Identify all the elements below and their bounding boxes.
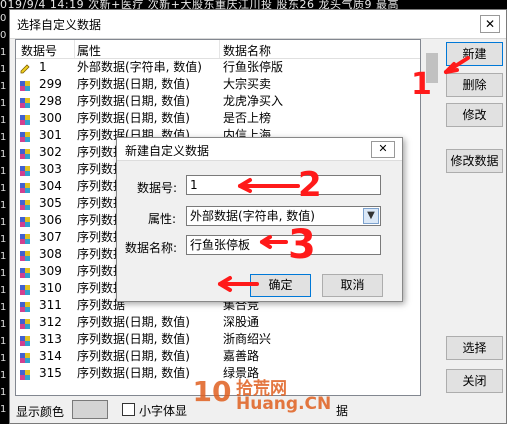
series-icon [20, 79, 30, 91]
scrollbar-thumb[interactable] [426, 53, 438, 83]
display-color-swatch[interactable] [72, 400, 108, 419]
series-icon [20, 334, 30, 346]
series-icon [20, 181, 30, 193]
list-cell-name: 行鱼张停版 [223, 60, 284, 74]
series-icon [20, 147, 30, 159]
select-button[interactable]: 选择 [446, 336, 503, 360]
list-cell-id: 299 [39, 77, 62, 91]
series-icon [20, 266, 30, 278]
close-button[interactable]: 关闭 [446, 369, 503, 393]
list-item[interactable]: 314 序列数据(日期, 数值) 嘉善路 [16, 348, 420, 364]
new-custom-data-dialog: 新建自定义数据 ✕ 数据号: 1 属性: 外部数据(字符串, 数值) ▼ 数据名… [116, 137, 403, 302]
watermark-brand-en: Huang.CN [236, 394, 332, 414]
series-icon [20, 317, 30, 329]
list-cell-id: 307 [39, 230, 62, 244]
series-icon [20, 96, 30, 108]
window-titlebar: 选择自定义数据 ✕ [10, 10, 506, 39]
column-header-id[interactable]: 数据号 [21, 42, 57, 59]
small-font-checkbox[interactable] [122, 403, 135, 416]
series-icon [20, 249, 30, 261]
list-cell-attr: 序列数据(日期, 数值) [77, 332, 190, 346]
list-cell-attr: 序列数据(日期, 数值) [77, 111, 190, 125]
attribute-label: 属性: [148, 212, 177, 226]
list-cell-id: 303 [39, 162, 62, 176]
list-cell-attr: 外部数据(字符串, 数值) [77, 60, 202, 74]
attribute-select[interactable]: 外部数据(字符串, 数值) ▼ [186, 206, 381, 226]
list-cell-attr: 序列数据(日期, 数值) [77, 94, 190, 108]
series-icon [20, 113, 30, 125]
list-cell-name: 浙商绍兴 [223, 332, 272, 346]
small-font-label: 小字体显 [139, 404, 188, 418]
list-cell-id: 313 [39, 332, 62, 346]
data-name-label: 数据名称: [125, 241, 178, 255]
data-name-input[interactable]: 行鱼张停板 [186, 235, 381, 255]
new-button[interactable]: 新建 [446, 42, 503, 66]
list-cell-id: 1 [39, 60, 47, 74]
ok-button[interactable]: 确定 [250, 274, 311, 297]
column-divider[interactable] [219, 40, 220, 58]
list-cell-id: 298 [39, 94, 62, 108]
list-cell-name: 龙虎净买入 [223, 94, 284, 108]
attribute-select-value: 外部数据(字符串, 数值) [190, 209, 315, 223]
cancel-button[interactable]: 取消 [322, 274, 383, 297]
column-header-attr[interactable]: 属性 [77, 42, 101, 59]
dialog-title: 新建自定义数据 [125, 144, 210, 158]
list-cell-id: 305 [39, 196, 62, 210]
display-color-label: 显示颜色 [16, 405, 65, 419]
list-cell-id: 306 [39, 213, 62, 227]
chevron-down-icon[interactable]: ▼ [363, 208, 379, 224]
list-item[interactable]: 313 序列数据(日期, 数值) 浙商绍兴 [16, 331, 420, 347]
list-cell-id: 314 [39, 349, 62, 363]
column-header-name[interactable]: 数据名称 [223, 42, 271, 59]
modify-data-button[interactable]: 修改数据 [446, 149, 503, 173]
delete-button[interactable]: 删除 [446, 73, 503, 97]
list-header: 数据号 属性 数据名称 [16, 40, 420, 59]
list-cell-attr: 序列数据(日期, 数值) [77, 77, 190, 91]
modify-button[interactable]: 修改 [446, 103, 503, 127]
list-cell-attr: 序列数据(日期, 数值) [77, 315, 190, 329]
list-cell-id: 311 [39, 298, 62, 312]
list-item[interactable]: 298 序列数据(日期, 数值) 龙虎净买入 [16, 93, 420, 109]
list-cell-id: 309 [39, 264, 62, 278]
list-item[interactable]: 299 序列数据(日期, 数值) 大宗买卖 [16, 76, 420, 92]
list-cell-name: 嘉善路 [223, 349, 260, 363]
window-close-button[interactable]: ✕ [480, 15, 500, 33]
trailing-label: 据 [336, 404, 349, 418]
list-item[interactable]: 1 外部数据(字符串, 数值) 行鱼张停版 [16, 59, 420, 75]
data-id-input[interactable]: 1 [186, 175, 381, 195]
dialog-close-button[interactable]: ✕ [371, 141, 395, 158]
watermark-logo: 10 [192, 375, 232, 408]
data-id-label: 数据号: [137, 181, 178, 195]
list-cell-name: 深股通 [223, 315, 260, 329]
dialog-titlebar: 新建自定义数据 ✕ [117, 138, 402, 161]
series-icon [20, 215, 30, 227]
list-item[interactable]: 312 序列数据(日期, 数值) 深股通 [16, 314, 420, 330]
list-cell-id: 304 [39, 179, 62, 193]
list-cell-id: 315 [39, 366, 62, 380]
series-icon [20, 368, 30, 380]
series-icon [20, 198, 30, 210]
list-cell-id: 302 [39, 145, 62, 159]
series-icon [20, 164, 30, 176]
series-icon [20, 300, 30, 312]
list-cell-attr: 序列数据(日期, 数值) [77, 366, 190, 380]
pencil-icon [20, 62, 30, 74]
column-divider[interactable] [74, 40, 75, 58]
list-cell-id: 310 [39, 281, 62, 295]
list-cell-name: 大宗买卖 [223, 77, 272, 91]
list-cell-attr: 序列数据(日期, 数值) [77, 349, 190, 363]
series-icon [20, 283, 30, 295]
window-title: 选择自定义数据 [17, 18, 102, 32]
series-icon [20, 130, 30, 142]
list-scrollbar[interactable] [425, 39, 439, 396]
list-item[interactable]: 300 序列数据(日期, 数值) 是否上榜 [16, 110, 420, 126]
list-cell-name: 是否上榜 [223, 111, 272, 125]
list-cell-id: 308 [39, 247, 62, 261]
list-cell-id: 312 [39, 315, 62, 329]
series-icon [20, 232, 30, 244]
series-icon [20, 351, 30, 363]
list-cell-id: 301 [39, 128, 62, 142]
list-cell-id: 300 [39, 111, 62, 125]
